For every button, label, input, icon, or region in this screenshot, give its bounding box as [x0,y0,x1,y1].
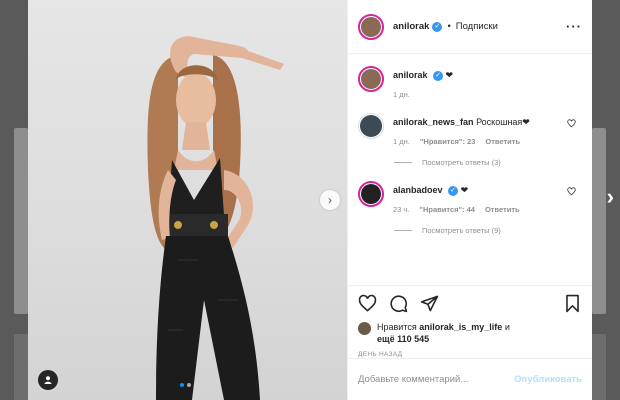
next-post-arrow-icon[interactable]: › [607,186,614,208]
comment-username[interactable]: alanbadoev [393,185,443,195]
comment-likes[interactable]: "Нравится": 44 [419,205,475,214]
share-icon[interactable] [420,294,439,313]
bookmark-icon[interactable] [563,294,582,313]
comment-text: Роскошная❤ [476,117,530,127]
reply-button[interactable]: Ответить [485,205,520,214]
view-replies-button[interactable]: Посмотреть ответы (9) [394,226,582,235]
caption-text: ❤ [445,70,454,80]
carousel-dot [187,383,191,387]
carousel-dots [180,383,191,387]
add-comment-bar: Опубликовать [348,358,592,400]
verified-icon: ✓ [433,70,444,81]
comments-list: anilorak ✓ ❤ 1 дн. anilorak_news_fan Рос… [348,54,592,285]
caption-username[interactable]: anilorak [393,70,428,80]
background-thumb-left [14,334,28,400]
caption: anilorak ✓ ❤ 1 дн. [358,66,582,99]
comment-input[interactable] [358,374,515,385]
chevron-right-icon: › [328,193,332,207]
background-post-left [14,128,28,314]
liker-username[interactable]: anilorak_is_my_life [419,322,502,332]
likes-prefix: Нравится [377,322,417,332]
post-header: anilorak ✓ • Подписки ··· [348,0,592,54]
comment-heart-icon[interactable] [567,187,576,196]
comment-username[interactable]: anilorak_news_fan [393,117,474,127]
comment-time: 1 дн. [393,137,410,146]
post-photo: › [28,0,347,400]
caption-avatar[interactable] [358,66,384,92]
comment-item: anilorak_news_fan Роскошная❤ 1 дн. "Нрав… [358,113,582,146]
likes-conj: и [504,322,510,332]
post-sidebar: anilorak ✓ • Подписки ··· anilorak ✓ ❤ 1… [347,0,592,400]
post-timestamp: ДЕНЬ НАЗАД [358,351,403,358]
heart-icon[interactable] [358,294,377,313]
comment-item: alanbadoev ✓ ❤ 23 ч. "Нравится": 44 Отве… [358,181,582,214]
comment-icon[interactable] [389,294,408,313]
commenter-avatar[interactable] [358,181,384,207]
tag-user-icon [44,376,52,384]
view-replies-label: Посмотреть ответы (3) [422,158,501,167]
author-avatar[interactable] [358,13,384,40]
likes-count-button[interactable]: ещё 110 545 [377,334,429,344]
author-username[interactable]: anilorak [393,21,429,32]
comment-heart-icon[interactable] [567,119,576,128]
following-button[interactable]: Подписки [456,21,498,32]
background-post-right [592,128,606,314]
post-modal: › anilorak ✓ • Подписки ··· anilorak ✓ ❤… [28,0,592,400]
comment-likes[interactable]: "Нравится": 23 [420,137,476,146]
view-replies-label: Посмотреть ответы (9) [422,226,501,235]
carousel-dot-active [180,383,184,387]
tagged-users-button[interactable] [38,370,58,390]
action-bar [348,285,592,321]
header-separator: • [447,21,451,32]
verified-icon: ✓ [448,185,459,196]
more-icon[interactable]: ··· [566,19,582,34]
commenter-avatar[interactable] [358,113,384,139]
comment-time: 23 ч. [393,205,410,214]
view-replies-button[interactable]: Посмотреть ответы (3) [394,158,582,167]
background-thumb-right [592,334,606,400]
liker-avatar[interactable] [358,322,371,335]
likes-summary: Нравится anilorak_is_my_life и ещё 110 5… [348,321,592,345]
publish-button[interactable]: Опубликовать [514,374,582,385]
verified-icon: ✓ [432,21,443,32]
comment-text: ❤ [460,185,469,195]
photo-figure [147,36,284,400]
reply-button[interactable]: Ответить [485,137,520,146]
caption-time: 1 дн. [393,90,410,99]
next-photo-button[interactable]: › [320,190,340,210]
